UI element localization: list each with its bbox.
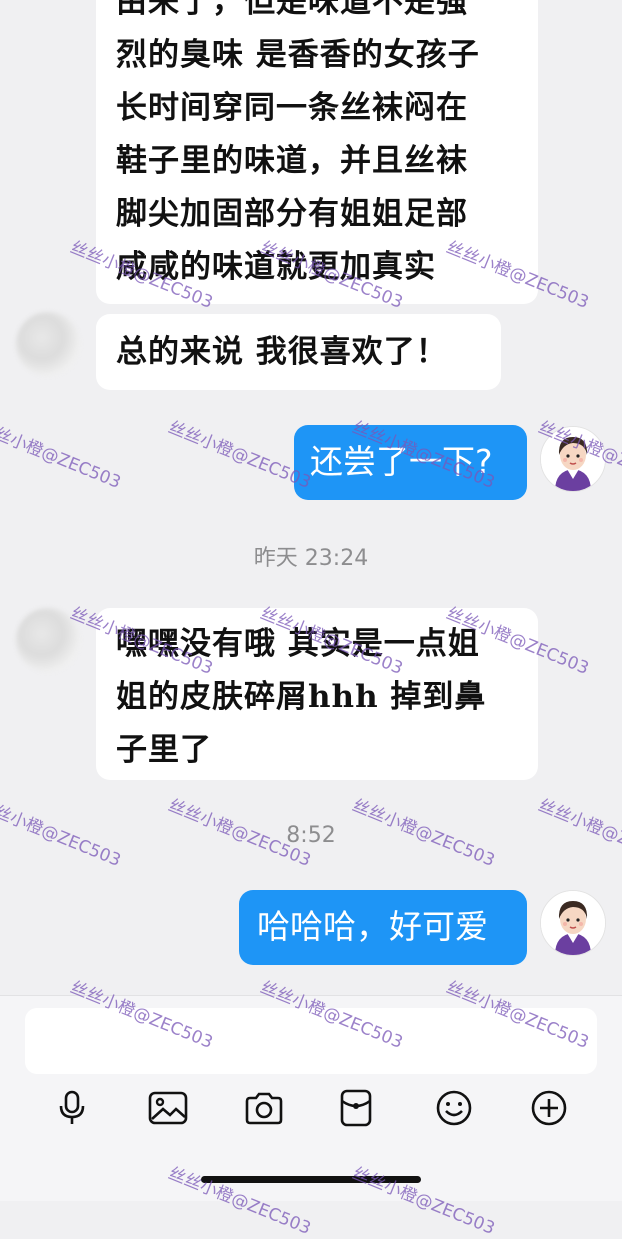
message-input[interactable] <box>25 1008 597 1074</box>
user-avatar[interactable] <box>540 890 606 956</box>
camera-icon[interactable] <box>240 1084 288 1132</box>
message-bubble-incoming[interactable]: 嘿嘿没有哦 其实是一点姐 姐的皮肤碎屑hhh 掉到鼻 子里了 <box>96 608 538 780</box>
user-avatar[interactable] <box>540 426 606 492</box>
girl-avatar-icon <box>541 891 605 955</box>
message-bubble-incoming[interactable]: 总的来说 我很喜欢了！ <box>96 314 501 390</box>
red-packet-icon[interactable] <box>332 1084 380 1132</box>
home-indicator <box>201 1176 421 1183</box>
girl-avatar-icon <box>541 427 605 491</box>
message-bubble-incoming[interactable]: 由来了，但是味道不是强 烈的臭味 是香香的女孩子 长时间穿同一条丝袜闷在 鞋子里… <box>96 0 538 304</box>
message-bubble-outgoing[interactable]: 还尝了一下? <box>294 425 527 500</box>
image-icon[interactable] <box>144 1084 192 1132</box>
composer <box>0 995 622 1201</box>
contact-avatar[interactable] <box>16 312 80 376</box>
contact-avatar[interactable] <box>16 608 80 672</box>
timestamp: 昨天 23:24 <box>253 546 369 571</box>
timestamp: 8:52 <box>286 823 336 848</box>
emoji-icon[interactable] <box>430 1084 478 1132</box>
message-bubble-outgoing[interactable]: 哈哈哈，好可爱 <box>239 890 527 965</box>
plus-icon[interactable] <box>525 1084 573 1132</box>
chat-area[interactable]: 由来了，但是味道不是强 烈的臭味 是香香的女孩子 长时间穿同一条丝袜闷在 鞋子里… <box>0 0 622 995</box>
microphone-icon[interactable] <box>48 1084 96 1132</box>
